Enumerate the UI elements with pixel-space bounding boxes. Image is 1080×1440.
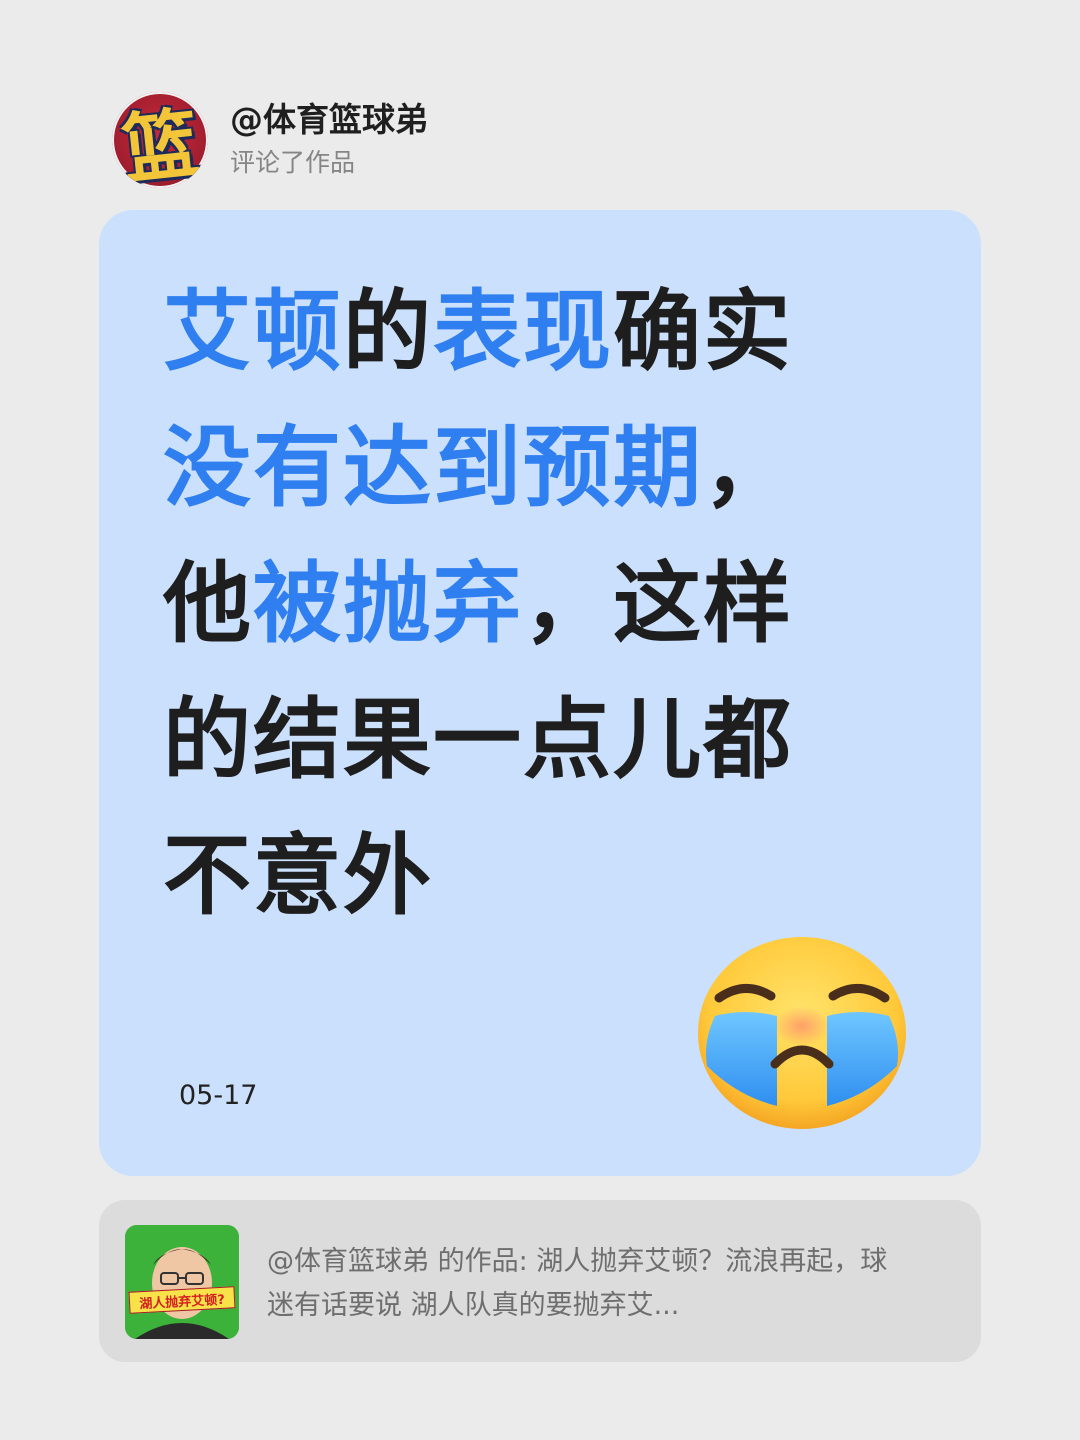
comment-segment: 的结果一点儿都: [163, 688, 794, 791]
avatar-basketball-logo-icon: 篮: [118, 98, 204, 188]
comment-segment: 不意外: [163, 824, 434, 927]
comment-line: 艾顿的表现确实: [163, 264, 883, 400]
work-thumbnail[interactable]: 湖人抛弃艾顿?: [125, 1225, 239, 1339]
person-thumbnail-image: [125, 1225, 239, 1339]
comment-segment: 他: [163, 552, 254, 655]
comment-line: 不意外: [163, 808, 883, 944]
comment-line: 他被抛弃，这样: [163, 536, 883, 672]
header-text: @体育篮球弟 评论了作品: [230, 98, 428, 182]
comment-highlight: 没有达到预期: [163, 416, 704, 519]
comment-line: 没有达到预期，: [163, 400, 883, 536]
comment-highlight: 表现: [433, 280, 614, 383]
comment-highlight: 被抛弃: [253, 552, 524, 655]
loudly-crying-face-icon: [698, 937, 906, 1129]
comment-segment: 确实: [613, 280, 794, 383]
username[interactable]: @体育篮球弟: [230, 98, 428, 142]
avatar[interactable]: 篮: [112, 92, 208, 188]
comment-text: 艾顿的表现确实 没有达到预期， 他被抛弃，这样 的结果一点儿都 不意外: [163, 264, 883, 944]
comment-segment: 的: [343, 280, 434, 383]
work-reference[interactable]: 湖人抛弃艾顿? @体育篮球弟 的作品: 湖人抛弃艾顿？流浪再起，球迷有话要说 湖…: [99, 1200, 981, 1362]
comment-segment: ，这样: [523, 552, 794, 655]
work-reference-text[interactable]: @体育篮球弟 的作品: 湖人抛弃艾顿？流浪再起，球迷有话要说 湖人队真的要抛弃艾…: [267, 1240, 907, 1330]
comment-card: 艾顿的表现确实 没有达到预期， 他被抛弃，这样 的结果一点儿都 不意外 05-17: [99, 210, 981, 1176]
comment-highlight: 艾顿: [163, 280, 344, 383]
comment-line: 的结果一点儿都: [163, 672, 883, 808]
comment-segment: ，: [703, 416, 794, 519]
comment-header: 篮 @体育篮球弟 评论了作品: [112, 92, 428, 188]
comment-date: 05-17: [179, 1080, 258, 1111]
action-text: 评论了作品: [230, 148, 356, 177]
